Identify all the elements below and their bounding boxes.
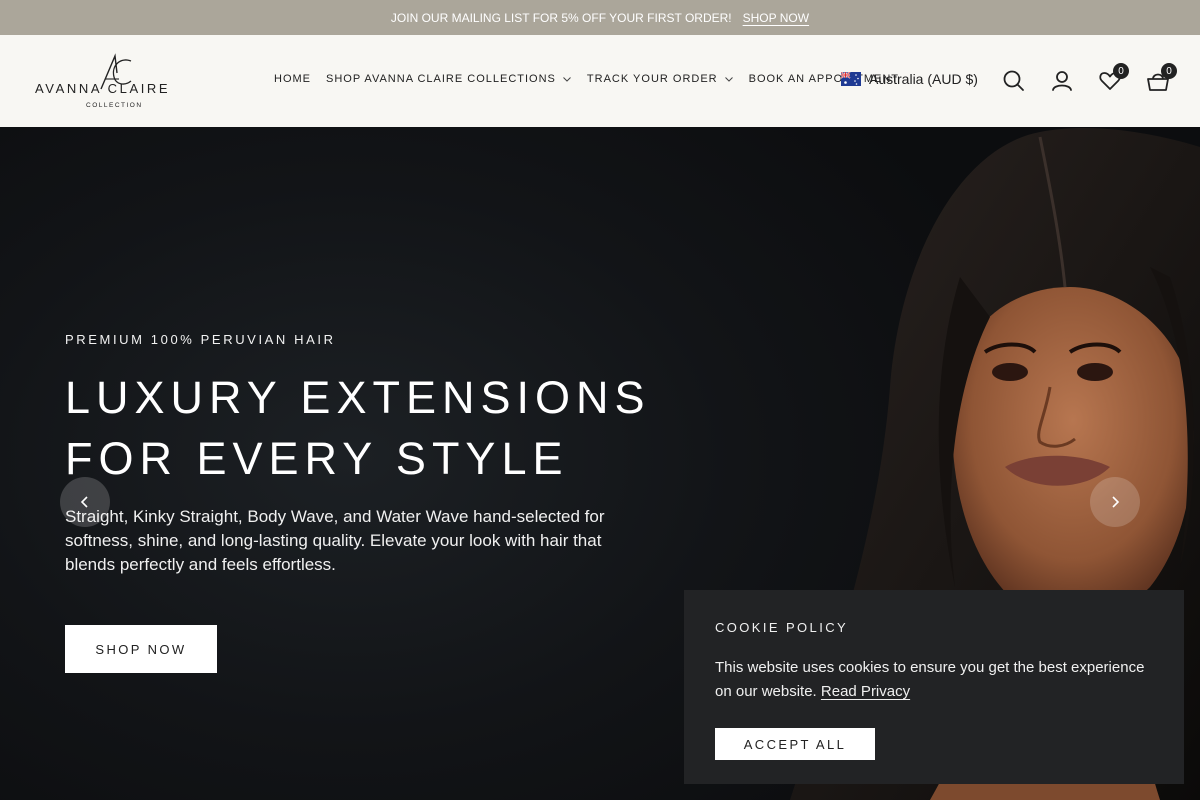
account-button[interactable] bbox=[1049, 68, 1075, 94]
announcement-shop-now-link[interactable]: SHOP NOW bbox=[743, 11, 809, 25]
logo-brand-text: AVANNA CLAIRE bbox=[35, 81, 170, 96]
chevron-left-icon bbox=[80, 496, 88, 508]
chevron-right-icon bbox=[1112, 496, 1120, 508]
main-nav: HOME SHOP AVANNA CLAIRE COLLECTIONS TRAC… bbox=[274, 73, 899, 85]
cookie-text-block: This website uses cookies to ensure you … bbox=[715, 656, 1155, 704]
hero-shop-now-button[interactable]: SHOP NOW bbox=[65, 625, 217, 673]
hero-description: Straight, Kinky Straight, Body Wave, and… bbox=[65, 507, 605, 574]
chevron-down-icon bbox=[724, 77, 733, 82]
announcement-message: JOIN OUR MAILING LIST FOR 5% OFF YOUR FI… bbox=[390, 10, 732, 25]
site-header: AVANNA CLAIRE COLLECTION HOME SHOP AVANN… bbox=[0, 35, 1200, 127]
slider-prev-button[interactable] bbox=[60, 477, 110, 527]
country-label: Australia (AUD $) bbox=[869, 71, 978, 87]
cookie-title: COOKIE POLICY bbox=[715, 620, 849, 635]
wishlist-button[interactable]: 0 bbox=[1097, 63, 1129, 94]
slider-next-button[interactable] bbox=[1090, 477, 1140, 527]
search-button[interactable] bbox=[1001, 68, 1027, 94]
hero-kicker: PREMIUM 100% PERUVIAN HAIR bbox=[65, 332, 336, 347]
logo-sub-text: COLLECTION bbox=[86, 102, 143, 109]
brand-logo[interactable]: AVANNA CLAIRE COLLECTION bbox=[35, 53, 193, 111]
nav-track-order[interactable]: TRACK YOUR ORDER bbox=[587, 73, 734, 85]
cookie-message: This website uses cookies to ensure you … bbox=[715, 659, 1145, 700]
nav-shop-collections[interactable]: SHOP AVANNA CLAIRE COLLECTIONS bbox=[326, 73, 572, 85]
cart-count-badge: 0 bbox=[1161, 63, 1177, 79]
announcement-bar: JOIN OUR MAILING LIST FOR 5% OFF YOUR FI… bbox=[0, 0, 1200, 35]
cookie-banner: COOKIE POLICY This website uses cookies … bbox=[684, 590, 1184, 784]
country-selector[interactable]: Australia (AUD $) bbox=[841, 71, 978, 87]
nav-shop-collections-label: SHOP AVANNA CLAIRE COLLECTIONS bbox=[326, 73, 556, 85]
nav-home[interactable]: HOME bbox=[274, 73, 311, 85]
chevron-down-icon bbox=[563, 77, 571, 82]
search-icon bbox=[1003, 70, 1024, 91]
nav-home-label: HOME bbox=[274, 73, 311, 85]
australia-flag-icon bbox=[841, 72, 861, 86]
cart-button[interactable]: 0 bbox=[1145, 63, 1177, 94]
read-privacy-link[interactable]: Read Privacy bbox=[821, 683, 910, 700]
accept-all-button[interactable]: ACCEPT ALL bbox=[715, 728, 875, 760]
hero-title: LUXURY EXTENSIONS FOR EVERY STYLE bbox=[65, 372, 651, 484]
wishlist-count-badge: 0 bbox=[1113, 63, 1129, 79]
nav-track-order-label: TRACK YOUR ORDER bbox=[586, 73, 718, 85]
user-icon bbox=[1052, 71, 1072, 91]
